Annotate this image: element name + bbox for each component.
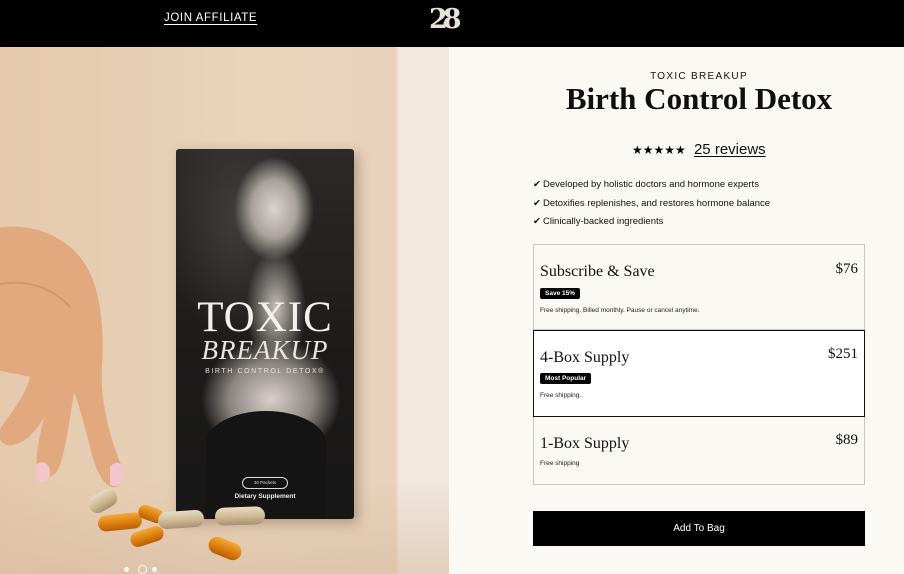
product-box-image: TOXIC BREAKUP BIRTH CONTROL DETOX® 30 Pa… [176,149,354,519]
option-name: Subscribe & Save [540,263,655,280]
product-image-gallery[interactable]: TOXIC BREAKUP BIRTH CONTROL DETOX® 30 Pa… [0,47,449,574]
carousel-dot[interactable] [152,567,157,572]
add-to-bag-button[interactable]: Add To Bag [533,511,865,546]
box-subtitle: BIRTH CONTROL DETOX® [205,368,325,375]
option-note: Free shipping [540,460,580,467]
option-name: 1-Box Supply [540,435,630,452]
product-details: TOXIC BREAKUP Birth Control Detox ★★★★★ … [449,47,904,574]
product-title: Birth Control Detox [565,81,833,116]
product-rating: ★★★★★ 25 reviews [632,141,766,158]
benefit-item: ✔ Detoxifies replenishes, and restores ho… [533,197,771,209]
option-note: Free shipping. [540,392,582,399]
option-price: $76 [835,261,859,277]
check-icon: ✔ [533,179,541,190]
option-price: $251 [828,346,858,362]
purchase-options: Subscribe & Save $76 Save 15% Free shipp… [533,244,865,485]
option-subscribe-save[interactable]: Subscribe & Save $76 Save 15% Free shipp… [533,244,865,330]
benefit-list: ✔ Developed by holistic doctors and hormo… [533,179,770,235]
most-popular-badge: Most Popular [540,373,592,384]
check-icon: ✔ [533,197,541,209]
carousel-dot[interactable] [124,567,129,572]
benefit-item: ✔ Developed by holistic doctors and hormo… [533,179,759,190]
save-badge: Save 15% [540,288,580,299]
option-1-box-supply[interactable]: 1-Box Supply $89 Free shipping [533,417,865,485]
option-price: $89 [835,432,859,448]
hand-illustration [0,226,124,488]
option-note: Free shipping. Billed monthly. Pause or … [540,307,700,314]
capsule [157,509,205,530]
box-title-breakup: BREAKUP [201,335,329,365]
benefit-item: ✔ Clinically-backed ingredients [533,216,664,227]
box-footer-text: Dietary Supplement [234,493,296,500]
model-top [206,411,326,519]
brand-logo[interactable]: 28 [429,4,462,35]
box-packet-count: 30 Packets [242,477,288,489]
star-rating-icon: ★★★★★ [632,143,686,157]
join-affiliate-link[interactable]: JOIN AFFILIATE [164,12,257,24]
reviews-link[interactable]: 25 reviews [694,141,766,158]
top-bar: JOIN AFFILIATE 28 [0,0,904,47]
check-icon: ✔ [533,216,541,227]
capsule [214,506,266,526]
carousel-dot-active[interactable] [138,565,147,574]
option-4-box-supply[interactable]: 4-Box Supply $251 Most Popular Free ship… [533,330,865,417]
option-name: 4-Box Supply [540,349,630,366]
